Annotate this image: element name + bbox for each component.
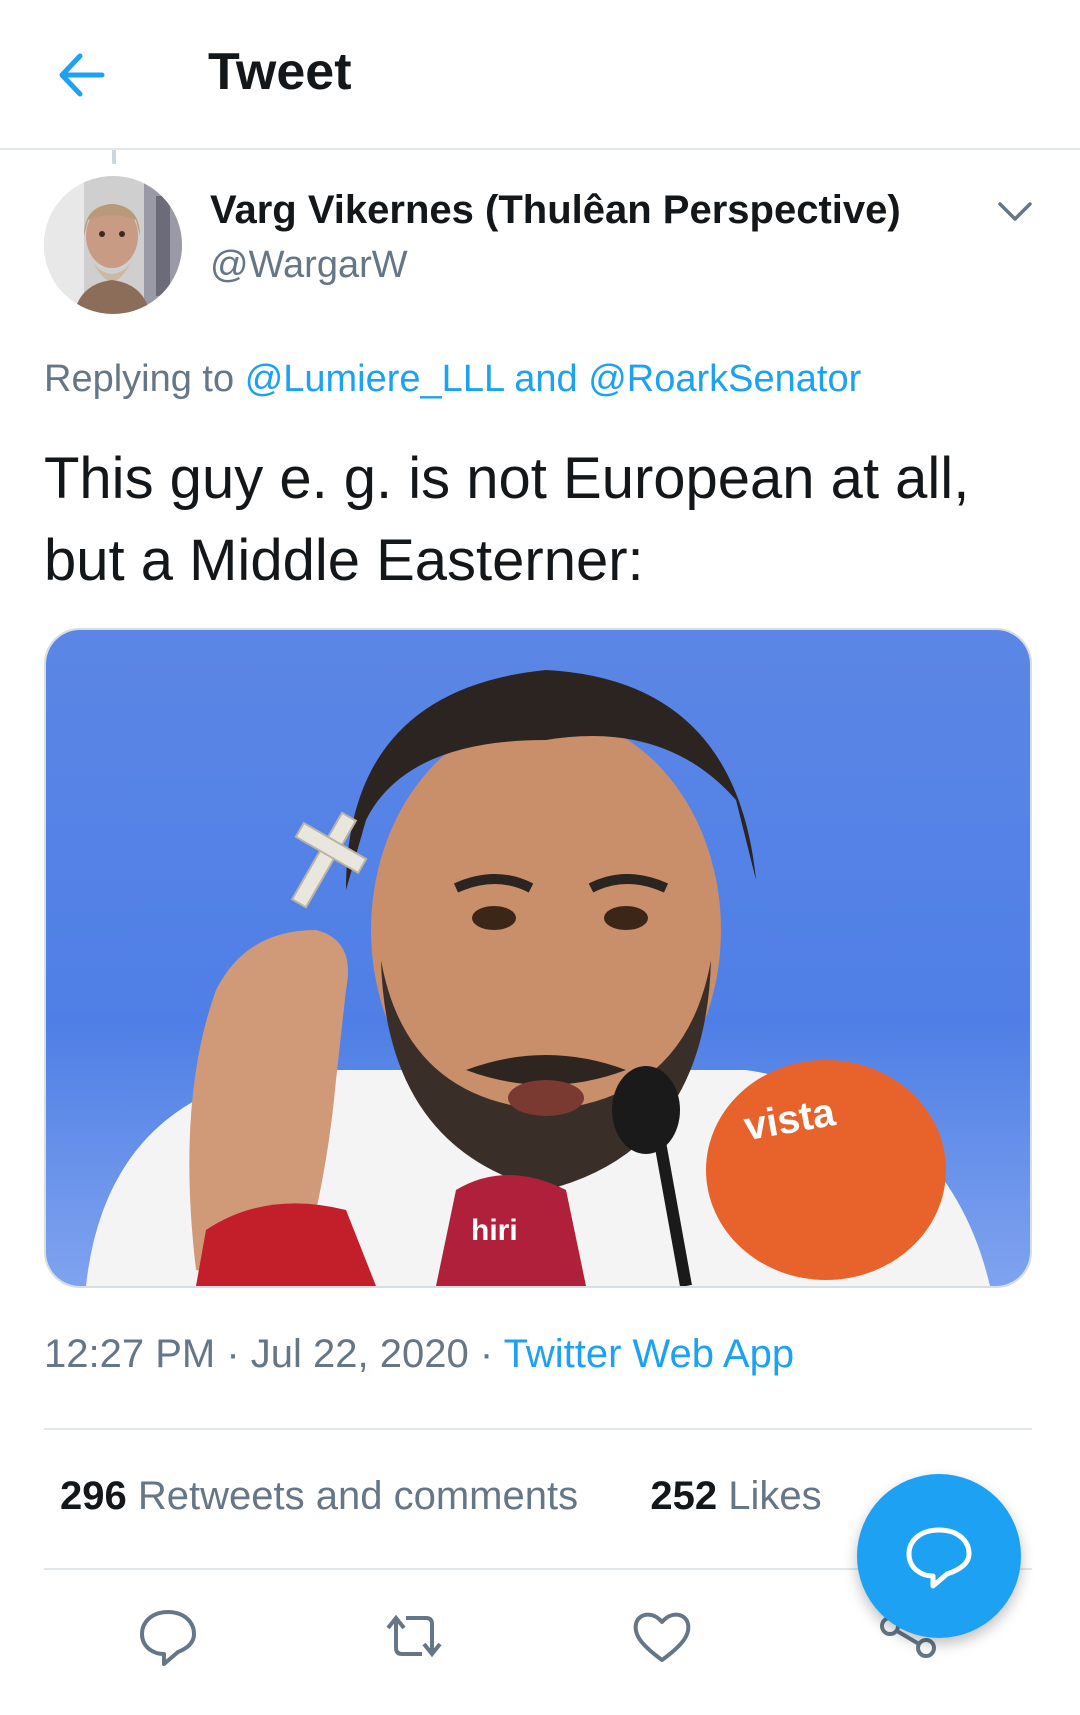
page-title: Tweet (208, 43, 352, 101)
meta-separator: · (479, 1332, 494, 1376)
tweet-source[interactable]: Twitter Web App (504, 1332, 795, 1376)
like-icon (633, 1612, 691, 1662)
arrow-left-icon (59, 53, 105, 97)
mention-lumiere[interactable]: @Lumiere_LLL (245, 358, 504, 400)
like-button[interactable] (630, 1604, 694, 1668)
reply-button[interactable] (136, 1604, 200, 1668)
tweet-date: Jul 22, 2020 (250, 1332, 469, 1376)
avatar[interactable] (44, 176, 182, 314)
retweets-label: Retweets and comments (137, 1474, 579, 1518)
more-options-button[interactable] (992, 192, 1038, 232)
back-button[interactable] (50, 40, 130, 110)
tweet-photo[interactable]: hiri vista (44, 628, 1032, 1288)
mic-label-1: hiri (471, 1214, 518, 1247)
retweet-button[interactable] (382, 1604, 446, 1668)
likes-stat[interactable]: 252 Likes (650, 1474, 821, 1518)
likes-label: Likes (728, 1474, 822, 1518)
tweet-time: 12:27 PM (44, 1332, 216, 1376)
replying-prefix: Replying to (44, 358, 235, 400)
thread-connector (112, 150, 116, 164)
retweets-stat[interactable]: 296 Retweets and comments (60, 1474, 589, 1518)
reply-icon (140, 1610, 196, 1666)
tweet-line-1: This guy e. g. is not European at all, (44, 446, 970, 511)
meta-separator: · (226, 1332, 240, 1376)
tweet-text: This guy e. g. is not European at all, b… (44, 438, 1044, 602)
mention-and: and (514, 358, 578, 400)
retweet-icon (386, 1614, 442, 1658)
author-name[interactable]: Varg Vikernes (Thulêan Perspective) (210, 188, 901, 233)
retweets-count: 296 (60, 1474, 127, 1518)
photo-illustration: hiri vista (46, 630, 1030, 1286)
compose-reply-fab[interactable] (857, 1474, 1021, 1638)
top-bar: Tweet (0, 0, 1080, 150)
replying-to: Replying to @Lumiere_LLL and @RoarkSenat… (44, 358, 861, 401)
author-handle[interactable]: @WargarW (210, 244, 408, 287)
likes-count: 252 (650, 1474, 718, 1518)
tweet-meta: 12:27 PM · Jul 22, 2020 · Twitter Web Ap… (44, 1332, 794, 1377)
reply-bubble-icon (906, 1527, 972, 1589)
tweet-line-2: but a Middle Easterner: (44, 528, 644, 593)
mention-roarksenator[interactable]: @RoarkSenator (588, 358, 861, 400)
tweet-stats: 296 Retweets and comments 252 Likes (60, 1474, 822, 1519)
chevron-down-icon (998, 202, 1032, 221)
avatar-image (44, 176, 182, 314)
divider (44, 1428, 1032, 1430)
